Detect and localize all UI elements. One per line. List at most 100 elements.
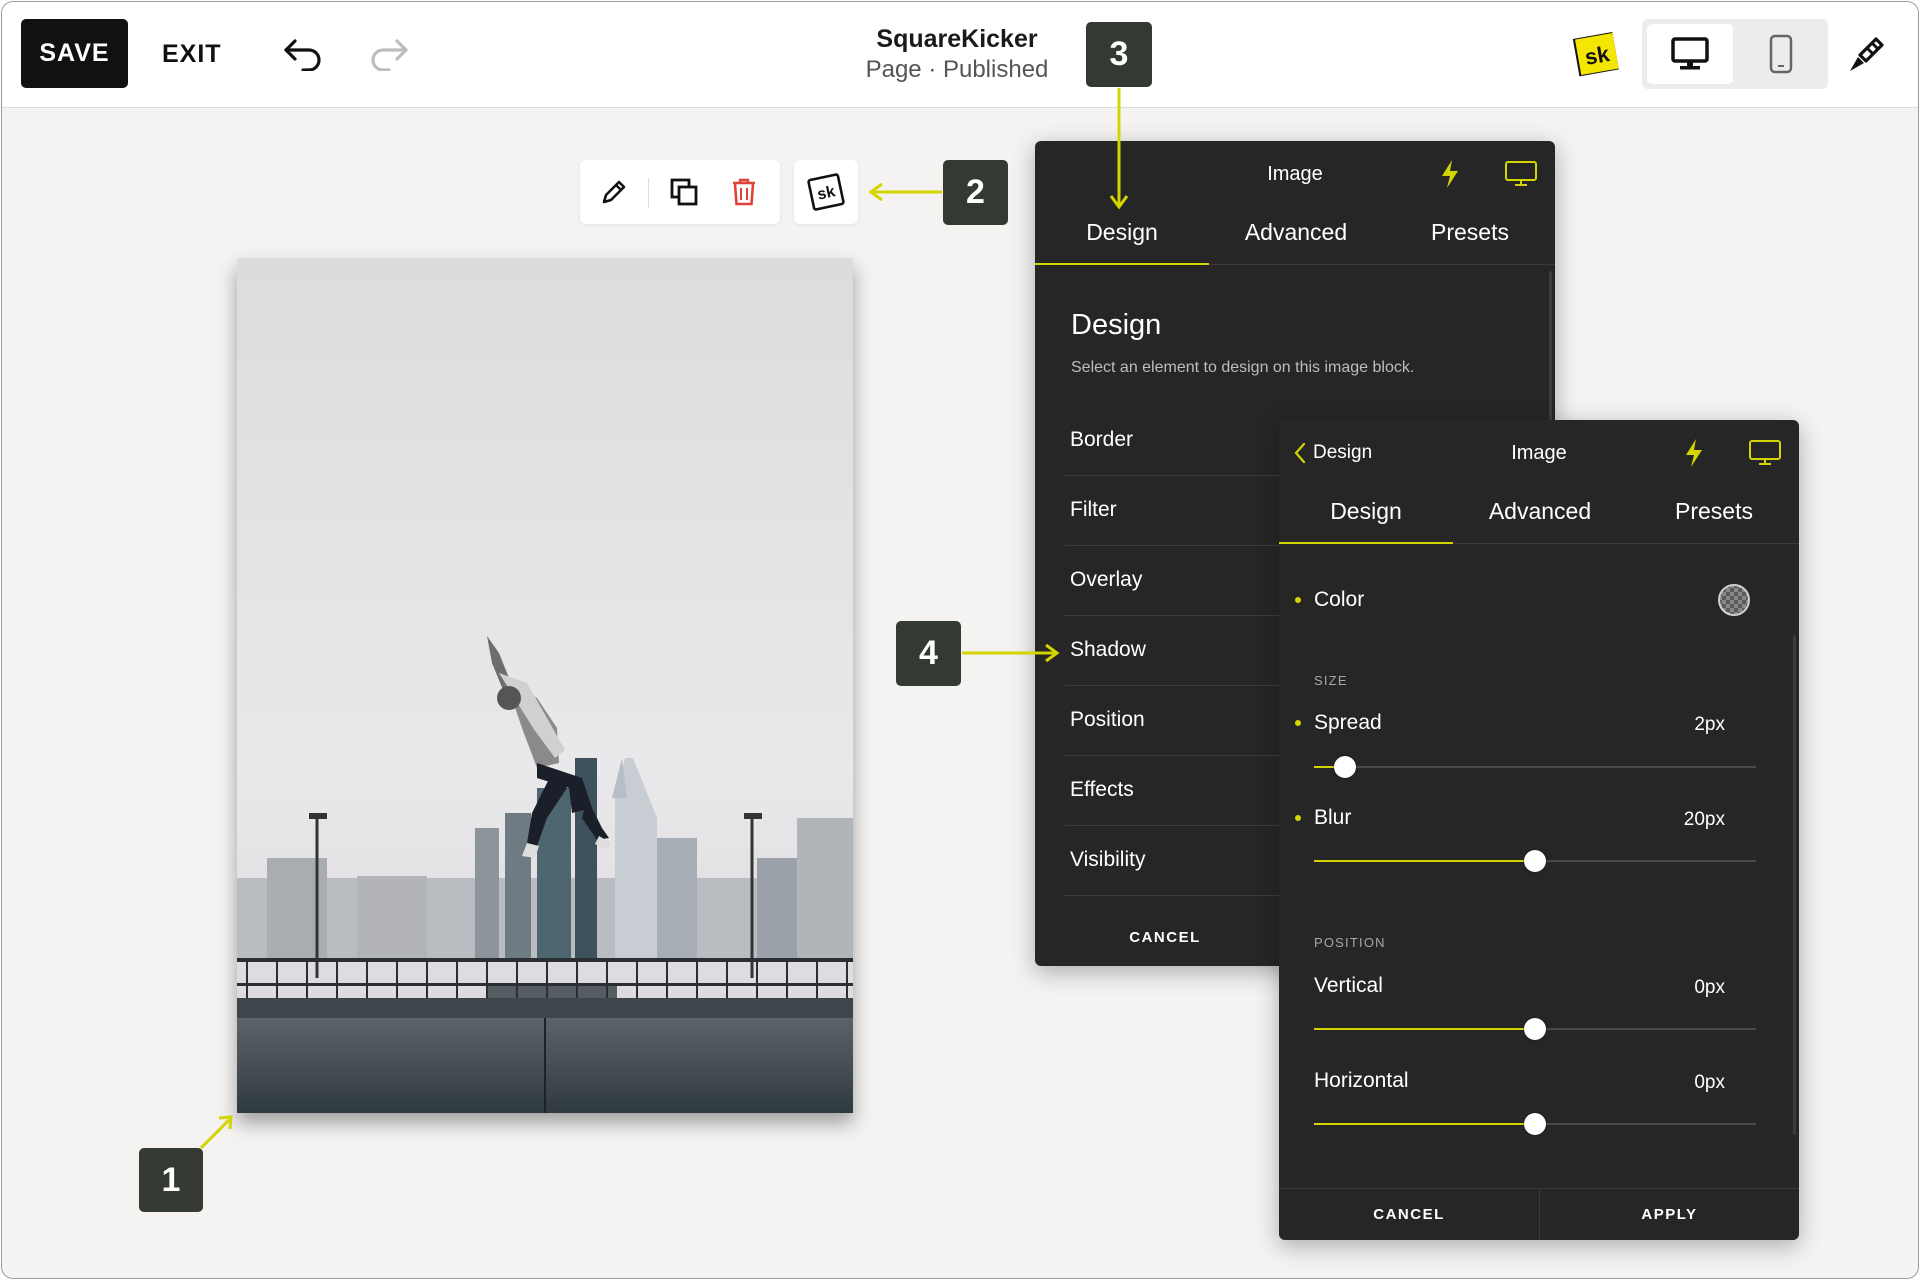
desktop-icon	[1505, 161, 1537, 186]
shadow-color-swatch[interactable]	[1718, 584, 1750, 616]
toolbar-divider	[648, 178, 649, 208]
position-section-label: POSITION	[1314, 935, 1386, 950]
mobile-icon	[1769, 34, 1793, 74]
design-heading: Design	[1071, 309, 1162, 341]
active-tab-indicator	[1035, 263, 1209, 265]
duplicate-block-button[interactable]	[662, 170, 706, 214]
callout-badge-1: 1	[139, 1148, 203, 1212]
squarekicker-logo-button[interactable]: sk	[1570, 30, 1624, 80]
blur-label: Blur	[1314, 806, 1352, 829]
design-menu-shadow[interactable]: Shadow	[1035, 615, 1285, 685]
callout-arrow-1	[199, 1115, 233, 1150]
callout-badge-2: 2	[943, 160, 1008, 225]
slider-thumb[interactable]	[1524, 850, 1546, 872]
slider-fill	[1314, 1123, 1535, 1125]
blur-slider[interactable]	[1314, 850, 1756, 872]
spread-value: 2px	[1694, 714, 1725, 735]
footer-divider	[1279, 1188, 1799, 1189]
tabs-divider	[1453, 543, 1799, 544]
paintbrush-icon	[1850, 37, 1884, 71]
redo-button[interactable]	[364, 32, 414, 76]
horizontal-label: Horizontal	[1314, 1069, 1409, 1092]
lightning-icon	[1442, 160, 1458, 188]
panel-cancel-button[interactable]: CANCEL	[1035, 917, 1295, 957]
undo-button[interactable]	[278, 32, 328, 76]
callout-arrow-3	[1109, 88, 1129, 210]
panel-scrollbar[interactable]	[1793, 635, 1796, 1135]
app-title: SquareKicker	[876, 25, 1038, 53]
slider-fill	[1314, 1028, 1535, 1030]
active-tab-indicator	[1279, 542, 1453, 544]
design-menu-border[interactable]: Border	[1035, 405, 1285, 475]
horizontal-slider[interactable]	[1314, 1113, 1756, 1135]
design-menu-position[interactable]: Position	[1035, 685, 1285, 755]
desktop-icon	[1671, 37, 1709, 70]
tab-design[interactable]: Design	[1279, 498, 1453, 525]
tab-presets[interactable]: Presets	[1627, 498, 1799, 525]
tabs-divider	[1209, 264, 1555, 265]
panel-desktop-breakpoint-button[interactable]	[1747, 438, 1783, 468]
modified-indicator	[1295, 720, 1301, 726]
slider-thumb[interactable]	[1524, 1018, 1546, 1040]
blur-value: 20px	[1683, 809, 1725, 830]
size-section-label: SIZE	[1314, 673, 1348, 688]
duplicate-icon	[670, 178, 698, 206]
panel-desktop-breakpoint-button[interactable]	[1503, 159, 1539, 189]
modified-indicator	[1295, 815, 1301, 821]
quick-actions-button[interactable]	[1435, 157, 1465, 191]
image-block[interactable]	[237, 258, 853, 1113]
vertical-slider[interactable]	[1314, 1018, 1756, 1040]
pencil-icon	[602, 180, 626, 204]
callout-badge-4: 4	[896, 621, 961, 686]
quick-actions-button[interactable]	[1679, 436, 1709, 470]
vertical-value: 0px	[1694, 977, 1725, 998]
color-label: Color	[1314, 588, 1365, 611]
shadow-cancel-button[interactable]: CANCEL	[1279, 1192, 1539, 1236]
slider-thumb[interactable]	[1333, 756, 1356, 778]
tab-advanced[interactable]: Advanced	[1209, 219, 1383, 246]
page-status: Page · Published	[865, 56, 1049, 83]
device-toggle	[1642, 19, 1828, 89]
squarekicker-logo-icon: sk	[1572, 32, 1619, 77]
callout-badge-3: 3	[1086, 22, 1152, 87]
page-title-block: SquareKicker Page · Published	[802, 24, 1112, 86]
sk-text: sk	[816, 183, 837, 203]
tab-advanced[interactable]: Advanced	[1453, 498, 1627, 525]
spread-label: Spread	[1314, 711, 1382, 734]
delete-block-button[interactable]	[722, 170, 766, 214]
app-frame: SAVE EXIT SquareKicker Page · Published …	[1, 1, 1919, 1279]
block-toolbar	[580, 160, 780, 224]
design-menu-effects[interactable]: Effects	[1035, 755, 1285, 825]
slider-thumb[interactable]	[1524, 1113, 1546, 1135]
desktop-icon	[1749, 440, 1781, 465]
desktop-view-button[interactable]	[1647, 24, 1733, 84]
squarekicker-icon: sk	[807, 173, 845, 211]
slider-track	[1314, 766, 1756, 768]
tab-presets[interactable]: Presets	[1383, 219, 1555, 246]
edit-block-button[interactable]	[592, 170, 636, 214]
design-menu-visibility[interactable]: Visibility	[1035, 825, 1285, 895]
tab-design[interactable]: Design	[1035, 219, 1209, 246]
logo-text: sk	[1583, 41, 1612, 70]
design-description: Select an element to design on this imag…	[1071, 359, 1415, 376]
squarekicker-block-button[interactable]: sk	[794, 160, 858, 224]
style-brush-button[interactable]	[1844, 32, 1890, 76]
back-label: Design	[1313, 442, 1373, 463]
save-button[interactable]: SAVE	[21, 19, 128, 88]
undo-icon	[284, 39, 321, 71]
top-bar: SAVE EXIT SquareKicker Page · Published …	[2, 2, 1918, 108]
design-menu-overlay[interactable]: Overlay	[1035, 545, 1285, 615]
mobile-view-button[interactable]	[1738, 24, 1824, 84]
horizontal-value: 0px	[1694, 1072, 1725, 1093]
vertical-label: Vertical	[1314, 974, 1383, 997]
lightning-icon	[1686, 439, 1702, 467]
shadow-apply-button[interactable]: APPLY	[1540, 1192, 1799, 1236]
exit-button[interactable]: EXIT	[162, 32, 222, 76]
city-jump-photo	[237, 258, 853, 1113]
callout-arrow-2	[868, 182, 942, 202]
chevron-left-icon	[1294, 442, 1306, 464]
callout-arrow-4	[962, 643, 1060, 663]
spread-slider[interactable]	[1314, 756, 1756, 778]
design-menu-filter[interactable]: Filter	[1035, 475, 1285, 545]
back-to-design-button[interactable]: Design	[1293, 438, 1393, 468]
